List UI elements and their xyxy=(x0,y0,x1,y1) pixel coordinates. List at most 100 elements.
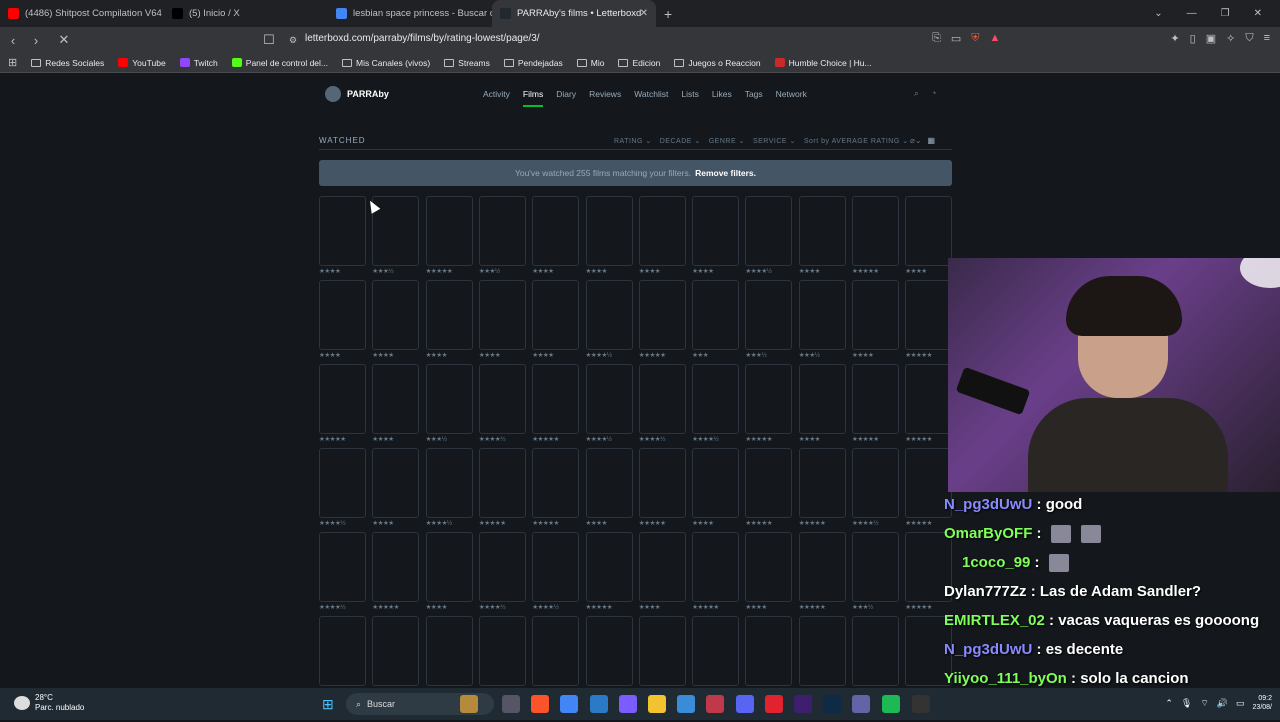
site-info-icon[interactable]: ⚙ xyxy=(283,35,303,46)
film-poster[interactable] xyxy=(319,532,366,602)
nav-films[interactable]: Films xyxy=(522,89,544,107)
bookmark-item[interactable]: Juegos o Reaccion xyxy=(674,58,761,68)
profile-header[interactable]: PARRAby xyxy=(325,86,389,102)
film-poster[interactable] xyxy=(478,448,526,518)
film-poster[interactable] xyxy=(638,280,686,350)
film-poster[interactable] xyxy=(478,280,526,350)
clock[interactable]: 09:2 23/08/ xyxy=(1253,694,1272,712)
film-poster[interactable] xyxy=(745,280,793,350)
film-poster[interactable] xyxy=(638,532,686,602)
film-poster[interactable] xyxy=(319,448,366,518)
premiere-icon[interactable] xyxy=(794,695,812,713)
remove-filters-link[interactable]: Remove filters. xyxy=(695,168,756,178)
film-poster[interactable] xyxy=(532,448,580,518)
grid-view-icon[interactable]: ▦ xyxy=(928,136,936,145)
nav-likes[interactable]: Likes xyxy=(712,89,732,107)
film-poster[interactable] xyxy=(425,280,473,350)
browser-tab[interactable]: lesbian space princess - Buscar con G xyxy=(328,0,492,27)
film-poster[interactable] xyxy=(905,364,953,434)
film-poster[interactable] xyxy=(585,196,633,266)
bookmark-star-icon[interactable]: ☐ xyxy=(259,32,279,48)
app-icon[interactable] xyxy=(706,695,724,713)
minimize-button[interactable]: — xyxy=(1187,8,1197,19)
opera-icon[interactable] xyxy=(765,695,783,713)
weather-widget[interactable]: 28°C Parc. nublado xyxy=(14,693,84,713)
chevron-up-icon[interactable]: ⌃ xyxy=(1165,698,1173,709)
film-poster[interactable] xyxy=(425,616,473,686)
sidebar-icon[interactable]: ▯ xyxy=(1190,32,1196,45)
film-poster[interactable] xyxy=(798,364,846,434)
translate-icon[interactable]: ⎘ xyxy=(932,32,941,45)
film-poster[interactable] xyxy=(745,364,793,434)
film-poster[interactable] xyxy=(425,196,473,266)
film-poster[interactable] xyxy=(798,616,846,686)
film-poster[interactable] xyxy=(319,280,366,350)
cast-icon[interactable]: ▭ xyxy=(951,32,961,45)
film-poster[interactable] xyxy=(692,364,740,434)
tab-search-icon[interactable]: ⌄ xyxy=(1154,8,1162,19)
film-poster[interactable] xyxy=(372,364,420,434)
menu-icon[interactable]: ≡ xyxy=(1264,32,1270,45)
vscode-icon[interactable] xyxy=(590,695,608,713)
film-poster[interactable] xyxy=(425,448,473,518)
film-poster[interactable] xyxy=(585,280,633,350)
film-poster[interactable] xyxy=(692,448,740,518)
film-poster[interactable] xyxy=(798,196,846,266)
nav-network[interactable]: Network xyxy=(776,89,807,107)
vpn-icon[interactable]: ⛉ xyxy=(1245,32,1253,45)
film-poster[interactable] xyxy=(532,532,580,602)
bookmark-item[interactable]: Edicion xyxy=(618,58,660,68)
maximize-button[interactable]: ❐ xyxy=(1221,8,1230,19)
discord-icon[interactable] xyxy=(736,695,754,713)
filter-dropdown[interactable]: GENRE ⌄ xyxy=(709,137,745,145)
film-poster[interactable] xyxy=(852,448,899,518)
apps-icon[interactable]: ⊞ xyxy=(8,56,17,69)
film-poster[interactable] xyxy=(585,448,633,518)
obs-icon[interactable] xyxy=(912,695,930,713)
filter-dropdown[interactable]: SERVICE ⌄ xyxy=(753,137,796,145)
film-poster[interactable] xyxy=(372,616,420,686)
stop-loading-button[interactable]: ✕ xyxy=(54,32,74,48)
leo-icon[interactable]: ✧ xyxy=(1226,32,1235,45)
film-poster[interactable] xyxy=(692,616,740,686)
rewards-icon[interactable]: ▲ xyxy=(990,32,1001,45)
forward-button[interactable]: › xyxy=(26,33,46,48)
username[interactable]: PARRAby xyxy=(347,89,389,99)
film-poster[interactable] xyxy=(585,532,633,602)
task-view-icon[interactable] xyxy=(502,695,520,713)
bookmark-item[interactable]: Redes Sociales xyxy=(31,58,104,68)
nav-activity[interactable]: Activity xyxy=(483,89,510,107)
back-button[interactable]: ‹ xyxy=(3,33,23,48)
bookmark-item[interactable]: Twitch xyxy=(179,58,218,68)
film-poster[interactable] xyxy=(852,532,899,602)
film-poster[interactable] xyxy=(852,364,899,434)
film-poster[interactable] xyxy=(532,196,580,266)
nav-reviews[interactable]: Reviews xyxy=(589,89,621,107)
film-poster[interactable] xyxy=(478,196,526,266)
photoshop-icon[interactable] xyxy=(823,695,841,713)
film-poster[interactable] xyxy=(372,532,420,602)
film-poster[interactable] xyxy=(425,364,473,434)
film-poster[interactable] xyxy=(478,532,526,602)
film-poster[interactable] xyxy=(319,616,366,686)
explorer-icon[interactable] xyxy=(648,695,666,713)
film-poster[interactable] xyxy=(638,448,686,518)
film-poster[interactable] xyxy=(425,532,473,602)
nav-tags[interactable]: Tags xyxy=(745,89,763,107)
url-field[interactable]: letterboxd.com/parraby/films/by/rating-l… xyxy=(305,33,540,44)
nav-watchlist[interactable]: Watchlist xyxy=(634,89,668,107)
bookmark-item[interactable]: Humble Choice | Hu... xyxy=(774,58,872,68)
wifi-icon[interactable]: ⌔ xyxy=(1200,698,1208,709)
film-poster[interactable] xyxy=(319,364,366,434)
nav-lists[interactable]: Lists xyxy=(681,89,698,107)
avatar[interactable] xyxy=(325,86,341,102)
film-poster[interactable] xyxy=(905,280,953,350)
film-poster[interactable] xyxy=(852,616,899,686)
film-poster[interactable] xyxy=(638,196,686,266)
film-poster[interactable] xyxy=(745,196,793,266)
chrome-icon[interactable] xyxy=(560,695,578,713)
film-poster[interactable] xyxy=(852,196,899,266)
battery-icon[interactable]: ▭ xyxy=(1236,698,1245,709)
copilot-icon[interactable] xyxy=(619,695,637,713)
filter-dropdown[interactable]: DECADE ⌄ xyxy=(660,137,701,145)
